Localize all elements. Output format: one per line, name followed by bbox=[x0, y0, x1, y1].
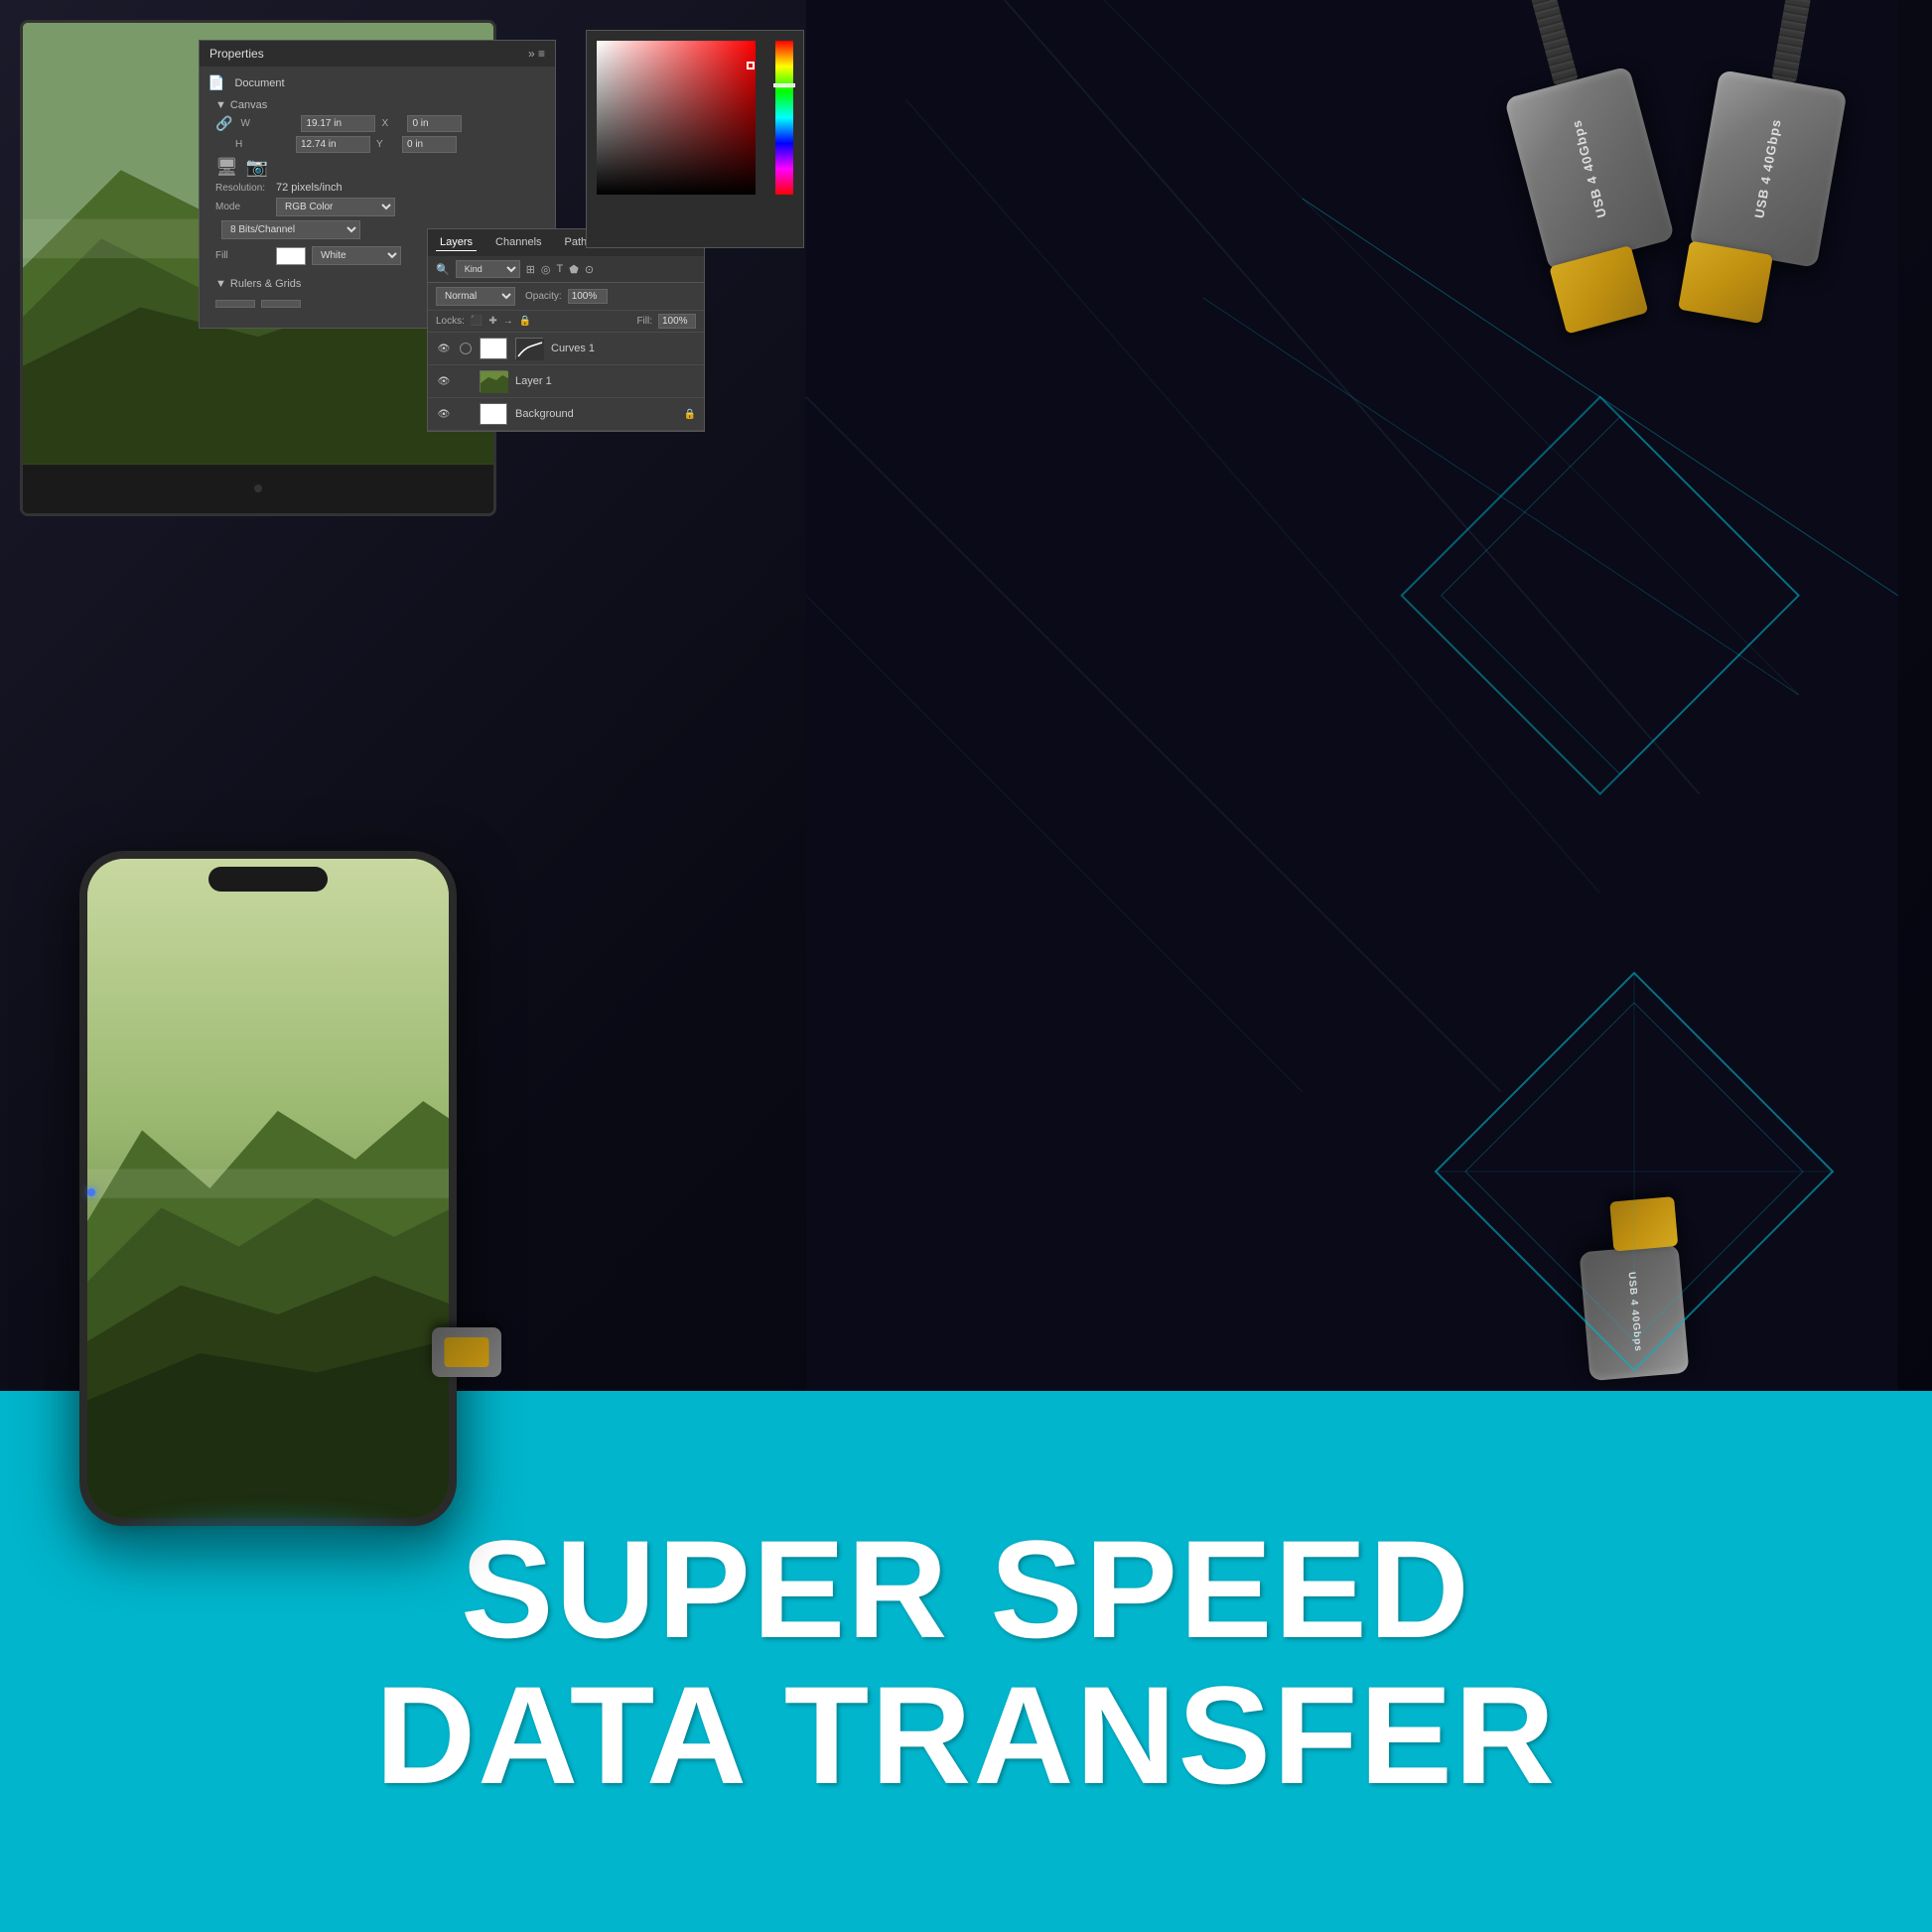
main-container: Properties » ≡ 📄 Document ▼ Canvas 🔗 bbox=[0, 0, 1932, 1932]
lock-icon: 🔒 bbox=[684, 409, 696, 420]
hero-text-block: SUPER SPEED DATA TRANSFER bbox=[375, 1516, 1557, 1808]
type-icon[interactable]: T bbox=[557, 263, 564, 275]
fill-label: Fill: bbox=[636, 316, 652, 327]
smart-icon[interactable]: ⊙ bbox=[585, 263, 594, 276]
height-input[interactable] bbox=[296, 136, 370, 153]
tab-layers[interactable]: Layers bbox=[436, 234, 477, 251]
phone-led bbox=[87, 1188, 95, 1196]
phone-notch bbox=[208, 867, 328, 892]
opacity-input[interactable] bbox=[568, 289, 608, 304]
lock-position-icon[interactable]: ✚ bbox=[488, 316, 496, 327]
shape-icon[interactable]: ⬟ bbox=[569, 263, 579, 276]
hue-bar[interactable] bbox=[775, 41, 793, 195]
fill-dropdown[interactable]: White bbox=[312, 246, 401, 265]
layer-1-name: Layer 1 bbox=[515, 375, 552, 387]
layer-options-curves[interactable] bbox=[460, 343, 472, 354]
eye-icon-curves[interactable]: 👁 bbox=[436, 343, 452, 354]
width-row: 🔗 W X bbox=[215, 115, 539, 132]
diamond-overlay bbox=[1386, 923, 1882, 1420]
layer-thumb-layer1 bbox=[480, 370, 507, 392]
locks-row: Locks: ⬛ ✚ → 🔒 Fill: bbox=[428, 311, 704, 333]
phone-usb-connector bbox=[432, 1327, 501, 1377]
layer-curves-1[interactable]: 👁 Curves 1 bbox=[428, 333, 704, 365]
lock-all-icon[interactable]: 🔒 bbox=[519, 316, 531, 327]
mode-row: Mode RGB Color bbox=[215, 198, 539, 216]
layer-1[interactable]: 👁 Layer 1 bbox=[428, 365, 704, 398]
monitor-bezel bbox=[23, 465, 493, 513]
layer-bg-name: Background bbox=[515, 408, 574, 420]
pixel-icon[interactable]: ⊞ bbox=[526, 263, 535, 276]
mode-row: Normal Opacity: bbox=[428, 283, 704, 311]
eye-icon-layer1[interactable]: 👁 bbox=[436, 375, 452, 387]
search-icon: 🔍 bbox=[436, 263, 450, 276]
fill-input[interactable] bbox=[658, 314, 696, 329]
phone-usb-pin bbox=[445, 1337, 489, 1367]
phone-body bbox=[79, 851, 457, 1526]
kind-dropdown[interactable]: Kind bbox=[456, 260, 520, 278]
mode-dropdown[interactable]: RGB Color bbox=[276, 198, 395, 216]
layer-thumb-curves-graph bbox=[515, 338, 543, 359]
opacity-label: Opacity: bbox=[525, 291, 562, 302]
phone-reflection bbox=[109, 1516, 427, 1576]
layer-thumb-curves-white bbox=[480, 338, 507, 359]
x-input[interactable] bbox=[407, 115, 462, 132]
hero-line1: SUPER SPEED bbox=[375, 1516, 1557, 1662]
icon-row: 🖥 📷 bbox=[215, 157, 539, 178]
color-picker-panel bbox=[586, 30, 804, 248]
layers-toolbar: 🔍 Kind ⊞ ◎ T ⬟ ⊙ bbox=[428, 256, 704, 283]
document-label: Document bbox=[234, 77, 284, 89]
height-row: H Y bbox=[215, 136, 539, 153]
properties-expand-icon[interactable]: » ≡ bbox=[528, 47, 545, 61]
lock-pixel-icon[interactable]: ⬛ bbox=[471, 316, 483, 327]
usb-label-1: USB 4 40Gbps bbox=[1568, 118, 1611, 220]
phone-screen bbox=[87, 859, 449, 1518]
properties-panel-title: Properties bbox=[209, 47, 264, 61]
layer-curves-name: Curves 1 bbox=[551, 343, 595, 354]
y-input[interactable] bbox=[402, 136, 457, 153]
layers-panel: Layers Channels Paths ≡ 🔍 Kind ⊞ ◎ T ⬟ ⊙… bbox=[427, 228, 705, 432]
bit-depth-dropdown[interactable]: 8 Bits/Channel bbox=[221, 220, 360, 239]
layer-thumb-bg bbox=[480, 403, 507, 425]
fill-swatch[interactable] bbox=[276, 247, 306, 265]
resolution-row: Resolution: 72 pixels/inch bbox=[215, 182, 539, 194]
tab-channels[interactable]: Channels bbox=[491, 234, 545, 251]
layer-background[interactable]: 👁 Background 🔒 bbox=[428, 398, 704, 431]
width-input[interactable] bbox=[301, 115, 375, 132]
adjust-icon[interactable]: ◎ bbox=[541, 263, 551, 276]
lock-artboard-icon[interactable]: → bbox=[503, 316, 513, 327]
eye-icon-bg[interactable]: 👁 bbox=[436, 408, 452, 420]
blend-mode-dropdown[interactable]: Normal bbox=[436, 287, 515, 306]
phone bbox=[79, 851, 457, 1526]
usb-pin-2 bbox=[1678, 240, 1773, 324]
monitor-camera bbox=[254, 484, 262, 492]
document-row: 📄 Document bbox=[207, 74, 547, 91]
locks-label: Locks: bbox=[436, 316, 465, 327]
properties-panel-header: Properties » ≡ bbox=[200, 41, 555, 67]
usb-label-2: USB 4 40Gbps bbox=[1750, 117, 1786, 219]
resolution-value: 72 pixels/inch bbox=[276, 182, 343, 194]
color-gradient[interactable] bbox=[597, 41, 756, 195]
canvas-title: ▼ Canvas bbox=[215, 99, 539, 111]
hero-line2: DATA TRANSFER bbox=[375, 1662, 1557, 1808]
